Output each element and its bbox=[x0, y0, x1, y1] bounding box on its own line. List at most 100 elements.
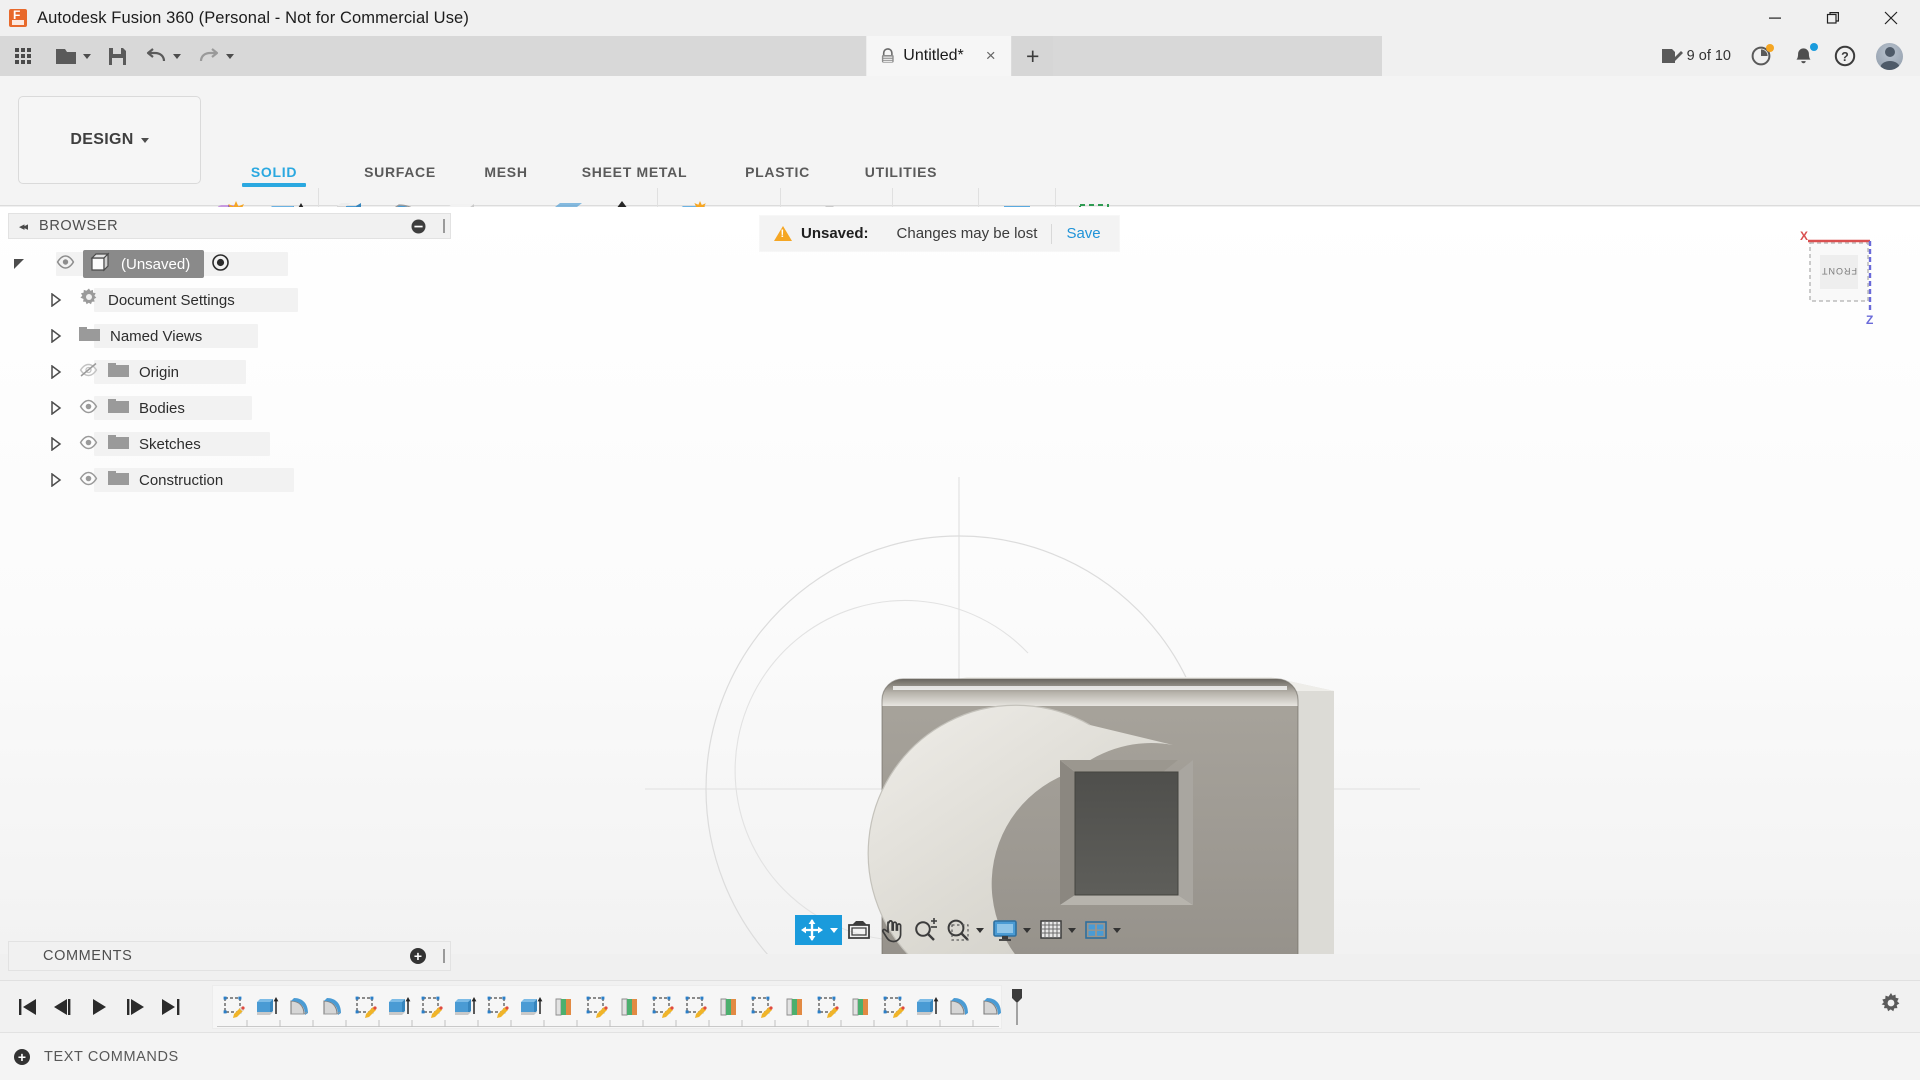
fusion360-window: Autodesk Fusion 360 (Personal - Not for … bbox=[0, 0, 1920, 1080]
help-icon: ? bbox=[1834, 45, 1856, 67]
tree-item-label: (Unsaved) bbox=[121, 256, 190, 273]
chevron-down-icon[interactable] bbox=[8, 257, 30, 271]
visibility-eye-icon[interactable] bbox=[78, 471, 99, 490]
text-commands-bar[interactable]: + TEXT COMMANDS bbox=[0, 1032, 1920, 1080]
expand-text-commands-icon[interactable]: + bbox=[14, 1049, 30, 1065]
activate-component-icon[interactable] bbox=[212, 254, 229, 275]
step-forward-button[interactable] bbox=[122, 994, 148, 1020]
new-document-tab-button[interactable]: + bbox=[1012, 36, 1054, 76]
minimize-icon[interactable] bbox=[1746, 0, 1804, 36]
svg-text:?: ? bbox=[1841, 50, 1849, 64]
tree-item-bodies[interactable]: Bodies bbox=[8, 394, 451, 422]
go-to-beginning-button[interactable] bbox=[14, 994, 40, 1020]
viewports-tool-button[interactable] bbox=[1080, 915, 1125, 945]
folder-icon bbox=[78, 324, 102, 348]
account-button[interactable] bbox=[1869, 36, 1910, 76]
tree-item-document-settings[interactable]: Document Settings bbox=[8, 286, 451, 314]
document-tab[interactable]: Untitled* × bbox=[866, 36, 1011, 76]
folder-icon bbox=[107, 432, 131, 456]
chevron-right-icon[interactable] bbox=[44, 473, 66, 487]
folder-icon bbox=[107, 468, 131, 492]
view-cube-face-label: FRONT bbox=[1821, 266, 1857, 276]
notifications-button[interactable] bbox=[1786, 36, 1821, 76]
minus-circle-icon[interactable] bbox=[411, 219, 426, 234]
workspace-selector[interactable]: DESIGN bbox=[18, 96, 201, 184]
orbit-tool-button[interactable] bbox=[795, 915, 842, 945]
tab-solid[interactable]: SOLID bbox=[210, 164, 338, 180]
view-cube-x-label: X bbox=[1800, 229, 1808, 243]
timeline-marker[interactable] bbox=[1009, 991, 1025, 1023]
save-icon[interactable] bbox=[99, 36, 136, 76]
component-cube-icon bbox=[89, 252, 111, 276]
new-document-icon[interactable] bbox=[46, 36, 99, 76]
job-status-button[interactable]: 9 of 10 bbox=[1654, 36, 1738, 76]
quick-access-right-tools: 9 of 10 ? bbox=[1654, 36, 1910, 76]
tree-item-label: Document Settings bbox=[108, 292, 235, 309]
document-title: Untitled* bbox=[903, 47, 963, 65]
visibility-eye-hidden-icon[interactable] bbox=[78, 362, 99, 382]
chevron-right-icon[interactable] bbox=[44, 401, 66, 415]
undo-icon[interactable] bbox=[136, 36, 189, 76]
add-comment-icon[interactable]: + bbox=[410, 948, 426, 964]
step-back-button[interactable] bbox=[50, 994, 76, 1020]
view-cube[interactable]: FRONT X Z bbox=[1788, 225, 1898, 325]
save-link[interactable]: Save bbox=[1066, 225, 1100, 242]
zoom-tool-button[interactable] bbox=[908, 915, 941, 945]
ribbon-tab-strip: SOLID SURFACE MESH SHEET METAL PLASTIC U… bbox=[210, 164, 966, 190]
tree-item-origin[interactable]: Origin bbox=[8, 358, 451, 386]
tree-item-label: Origin bbox=[139, 364, 179, 381]
tree-item-unsaved[interactable]: (Unsaved) bbox=[8, 250, 451, 278]
browser-tree: (Unsaved) bbox=[8, 250, 451, 502]
warning-message: Changes may be lost bbox=[897, 225, 1038, 242]
go-to-end-button[interactable] bbox=[158, 994, 184, 1020]
pan-tool-button[interactable] bbox=[876, 915, 908, 945]
tree-item-construction[interactable]: Construction bbox=[8, 466, 451, 494]
timeline-settings-gear-icon[interactable] bbox=[1878, 991, 1904, 1022]
chevron-right-icon[interactable] bbox=[44, 293, 66, 307]
tab-surface[interactable]: SURFACE bbox=[338, 164, 462, 180]
component-chip[interactable]: (Unsaved) bbox=[83, 250, 204, 278]
title-bar: Autodesk Fusion 360 (Personal - Not for … bbox=[0, 0, 1920, 36]
text-commands-label: TEXT COMMANDS bbox=[44, 1049, 179, 1065]
timeline-track[interactable] bbox=[212, 985, 1002, 1029]
restore-icon[interactable] bbox=[1804, 0, 1862, 36]
chevron-right-icon[interactable] bbox=[44, 329, 66, 343]
tab-plastic[interactable]: PLASTIC bbox=[719, 164, 836, 180]
close-icon[interactable] bbox=[1862, 0, 1920, 36]
timeline-ruler bbox=[217, 1018, 999, 1027]
ribbon: DESIGN SOLID SURFACE MESH SHEET METAL PL… bbox=[0, 76, 1920, 206]
chevron-right-icon[interactable] bbox=[44, 437, 66, 451]
tree-item-label: Named Views bbox=[110, 328, 202, 345]
job-status-label: 9 of 10 bbox=[1687, 48, 1731, 64]
help-button[interactable]: ? bbox=[1827, 36, 1863, 76]
browser-panel-title: BROWSER bbox=[39, 218, 118, 234]
redo-icon[interactable] bbox=[189, 36, 242, 76]
chevron-right-icon[interactable] bbox=[44, 365, 66, 379]
gear-icon bbox=[78, 287, 100, 313]
visibility-eye-icon[interactable] bbox=[78, 435, 99, 454]
visibility-eye-icon[interactable] bbox=[56, 255, 75, 273]
collapse-left-icon[interactable]: ◂◂ bbox=[19, 220, 26, 233]
user-avatar-icon bbox=[1876, 43, 1903, 70]
look-at-tool-button[interactable] bbox=[842, 915, 876, 945]
extensions-button[interactable] bbox=[1744, 36, 1780, 76]
lock-icon bbox=[880, 48, 895, 64]
tab-sheet-metal[interactable]: SHEET METAL bbox=[550, 164, 719, 180]
tree-item-named-views[interactable]: Named Views bbox=[8, 322, 451, 350]
fusion-360-logo-icon bbox=[9, 9, 27, 27]
tab-mesh[interactable]: MESH bbox=[462, 164, 550, 180]
resize-grip-icon[interactable] bbox=[443, 949, 445, 963]
workspace-selector-label: DESIGN bbox=[70, 131, 133, 149]
tree-item-sketches[interactable]: Sketches bbox=[8, 430, 451, 458]
tab-utilities[interactable]: UTILITIES bbox=[836, 164, 966, 180]
close-document-tab-button[interactable]: × bbox=[986, 46, 996, 66]
timeline bbox=[0, 980, 1920, 1032]
grid-snaps-tool-button[interactable] bbox=[1035, 915, 1080, 945]
display-settings-tool-button[interactable] bbox=[988, 915, 1035, 945]
play-button[interactable] bbox=[86, 994, 112, 1020]
zoom-window-tool-button[interactable] bbox=[941, 915, 988, 945]
visibility-eye-icon[interactable] bbox=[78, 399, 99, 418]
app-grid-icon[interactable] bbox=[0, 36, 46, 76]
resize-grip-icon[interactable] bbox=[443, 219, 445, 233]
window-controls bbox=[1746, 0, 1920, 36]
